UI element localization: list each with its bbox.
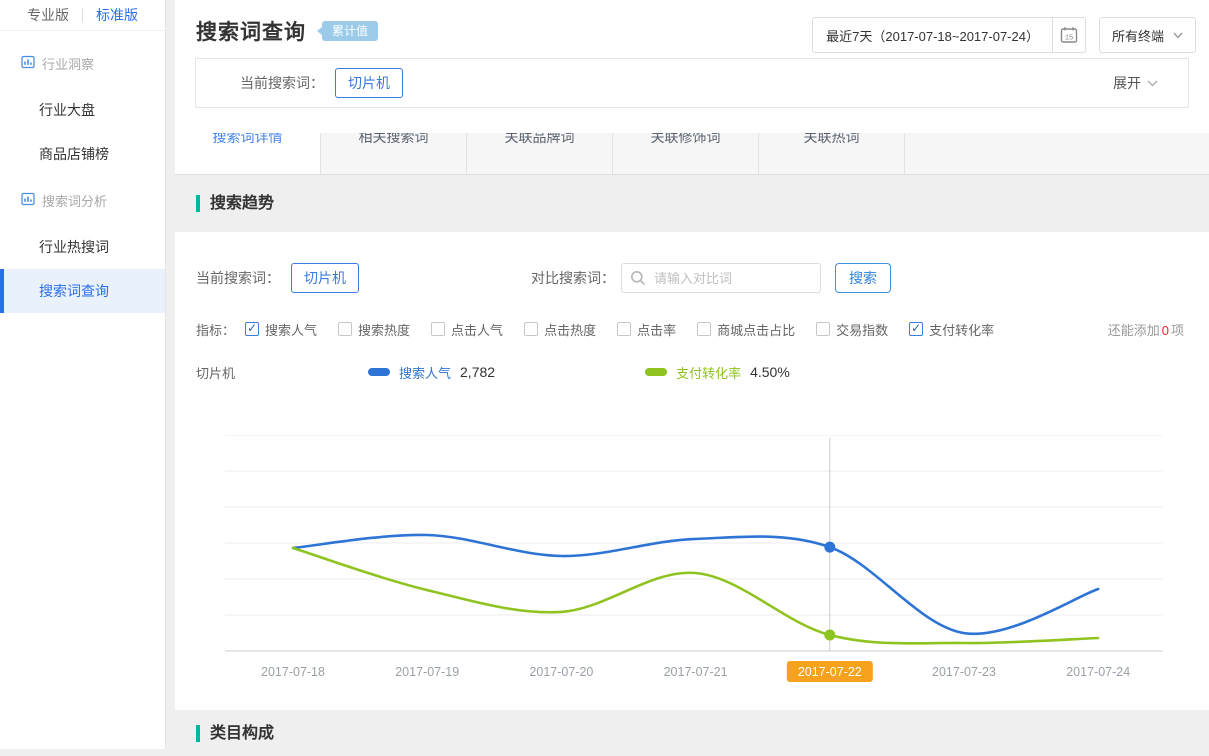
checkbox-icon[interactable]	[338, 322, 352, 336]
cumulative-value-badge: 累计值	[322, 21, 378, 41]
terminal-select[interactable]: 所有终端	[1099, 17, 1196, 53]
compare-term-label: 对比搜索词：	[531, 268, 615, 288]
trend-section-title: 搜索趋势	[196, 195, 274, 212]
current-term-button[interactable]: 切片机	[335, 68, 403, 98]
sidebar-group-0: 行业洞察	[0, 39, 165, 88]
chart-x-label-2017-07-24[interactable]: 2017-07-24	[1066, 665, 1130, 679]
legend-color-pill	[368, 368, 390, 376]
svg-text:15: 15	[1065, 33, 1073, 42]
chart-selected-dot-支付转化率	[824, 630, 835, 641]
tab-strip-filler	[905, 133, 1209, 174]
calendar-icon[interactable]: 15	[1052, 18, 1085, 52]
expand-toggle[interactable]: 展开	[1113, 73, 1158, 93]
legend-series-name: 支付转化率	[676, 363, 741, 382]
checkbox-icon[interactable]	[617, 322, 631, 336]
expand-label: 展开	[1113, 73, 1141, 93]
date-range-text[interactable]: 最近7天（2017-07-18~2017-07-24）	[813, 18, 1052, 52]
trend-section-band: 搜索趋势	[175, 175, 1209, 232]
chart-x-label-2017-07-19[interactable]: 2017-07-19	[395, 665, 459, 679]
legend-color-pill	[645, 368, 667, 376]
metric-checkbox-点击人气[interactable]: 点击人气	[431, 320, 503, 339]
checkbox-icon[interactable]	[431, 322, 445, 336]
chart-line-支付转化率	[293, 548, 1098, 643]
chart-x-label-2017-07-21[interactable]: 2017-07-21	[664, 665, 728, 679]
trend-chart-area: 2017-07-18 2017-07-19 2017-07-20 2017-07-21…	[225, 435, 1209, 687]
chevron-down-icon	[1173, 32, 1183, 39]
chart-x-label-2017-07-23[interactable]: 2017-07-23	[932, 665, 996, 679]
trend-chart: 2017-07-18 2017-07-19 2017-07-20 2017-07-21…	[225, 435, 1209, 687]
search-button[interactable]: 搜索	[835, 263, 891, 293]
trend-panel: 当前搜索词： 切片机 对比搜索词： 搜索 指标： 搜索人气 搜索热度 点击人气 点击热…	[175, 232, 1209, 710]
current-term-label: 当前搜索词：	[240, 73, 324, 93]
sidebar-item-搜索词查询[interactable]: 搜索词查询	[0, 269, 165, 313]
tab-关联品牌词[interactable]: 关联品牌词	[467, 133, 613, 174]
chart-legend: 切片机 搜索人气 2,782 支付转化率 4.50%	[175, 364, 1209, 380]
sidebar: 专业版 标准版 行业洞察行业大盘商品店铺榜搜索词分析行业热搜词搜索词查询	[0, 0, 166, 749]
metric-checkbox-点击率[interactable]: 点击率	[617, 320, 676, 339]
category-section-band: 类目构成	[175, 710, 1209, 756]
legend-series-name: 搜索人气	[399, 363, 451, 382]
legend-series-value: 2,782	[460, 364, 495, 380]
checkbox-icon[interactable]	[816, 322, 830, 336]
trend-current-term-label: 当前搜索词：	[196, 268, 280, 288]
metric-checkbox-点击热度[interactable]: 点击热度	[524, 320, 596, 339]
tab-关联修饰词[interactable]: 关联修饰词	[613, 133, 759, 174]
category-section-title: 类目构成	[196, 725, 274, 742]
checkbox-icon[interactable]	[909, 322, 923, 336]
remaining-addable: 还能添加0项	[1108, 320, 1184, 339]
compare-term-input[interactable]	[621, 263, 821, 293]
chart-x-label-2017-07-20[interactable]: 2017-07-20	[529, 665, 593, 679]
search-icon	[630, 270, 646, 286]
sidebar-menu: 行业洞察行业大盘商品店铺榜搜索词分析行业热搜词搜索词查询	[0, 31, 165, 313]
edition-tab-standard[interactable]: 标准版	[83, 5, 151, 25]
chevron-down-icon	[1147, 80, 1158, 87]
edition-tab-pro[interactable]: 专业版	[14, 5, 82, 25]
report-icon	[21, 55, 35, 72]
remaining-count: 0	[1160, 323, 1171, 338]
metric-checkbox-商城点击占比[interactable]: 商城点击占比	[697, 320, 795, 339]
chart-x-label-2017-07-18[interactable]: 2017-07-18	[261, 665, 325, 679]
report-icon	[21, 192, 35, 209]
tab-搜索词详情[interactable]: 搜索词详情	[175, 133, 321, 174]
tab-相关搜索词[interactable]: 相关搜索词	[321, 133, 467, 174]
chart-selected-dot-搜索人气	[824, 542, 835, 553]
date-range-picker[interactable]: 最近7天（2017-07-18~2017-07-24） 15	[812, 17, 1086, 53]
main-content: 搜索词查询 累计值 最近7天（2017-07-18~2017-07-24） 15…	[175, 0, 1209, 756]
checkbox-icon[interactable]	[524, 322, 538, 336]
sidebar-item-行业大盘[interactable]: 行业大盘	[0, 88, 165, 132]
legend-entry-支付转化率: 支付转化率 4.50%	[645, 363, 790, 382]
page-header: 搜索词查询 累计值 最近7天（2017-07-18~2017-07-24） 15…	[175, 0, 1209, 133]
checkbox-icon[interactable]	[697, 322, 711, 336]
metric-checkbox-搜索人气[interactable]: 搜索人气	[245, 320, 317, 339]
legend-term: 切片机	[196, 363, 368, 382]
legend-series-value: 4.50%	[750, 364, 790, 380]
sidebar-item-商品店铺榜[interactable]: 商品店铺榜	[0, 132, 165, 176]
sidebar-item-行业热搜词[interactable]: 行业热搜词	[0, 225, 165, 269]
checkbox-icon[interactable]	[245, 322, 259, 336]
tab-关联热词[interactable]: 关联热词	[759, 133, 905, 174]
trend-current-term-button[interactable]: 切片机	[291, 263, 359, 293]
metric-checkbox-交易指数[interactable]: 交易指数	[816, 320, 888, 339]
metric-checkbox-搜索热度[interactable]: 搜索热度	[338, 320, 410, 339]
detail-tabs: 搜索词详情相关搜索词关联品牌词关联修饰词关联热词	[175, 133, 1209, 175]
legend-entry-搜索人气: 搜索人气 2,782	[368, 363, 495, 382]
sidebar-group-1: 搜索词分析	[0, 176, 165, 225]
edition-switcher: 专业版 标准版	[0, 0, 165, 31]
terminal-select-value: 所有终端	[1112, 26, 1164, 45]
metrics-label: 指标：	[196, 320, 235, 339]
page-title: 搜索词查询	[196, 16, 306, 46]
metric-checkbox-支付转化率[interactable]: 支付转化率	[909, 320, 994, 339]
metrics-row: 指标： 搜索人气 搜索热度 点击人气 点击热度 点击率 商城点击占比 交易指数 支付转化率 还…	[175, 320, 1209, 338]
chart-line-搜索人气	[293, 535, 1098, 634]
current-search-term-bar: 当前搜索词： 切片机 展开	[195, 58, 1189, 108]
chart-x-label-2017-07-22[interactable]: 2017-07-22	[798, 665, 862, 679]
